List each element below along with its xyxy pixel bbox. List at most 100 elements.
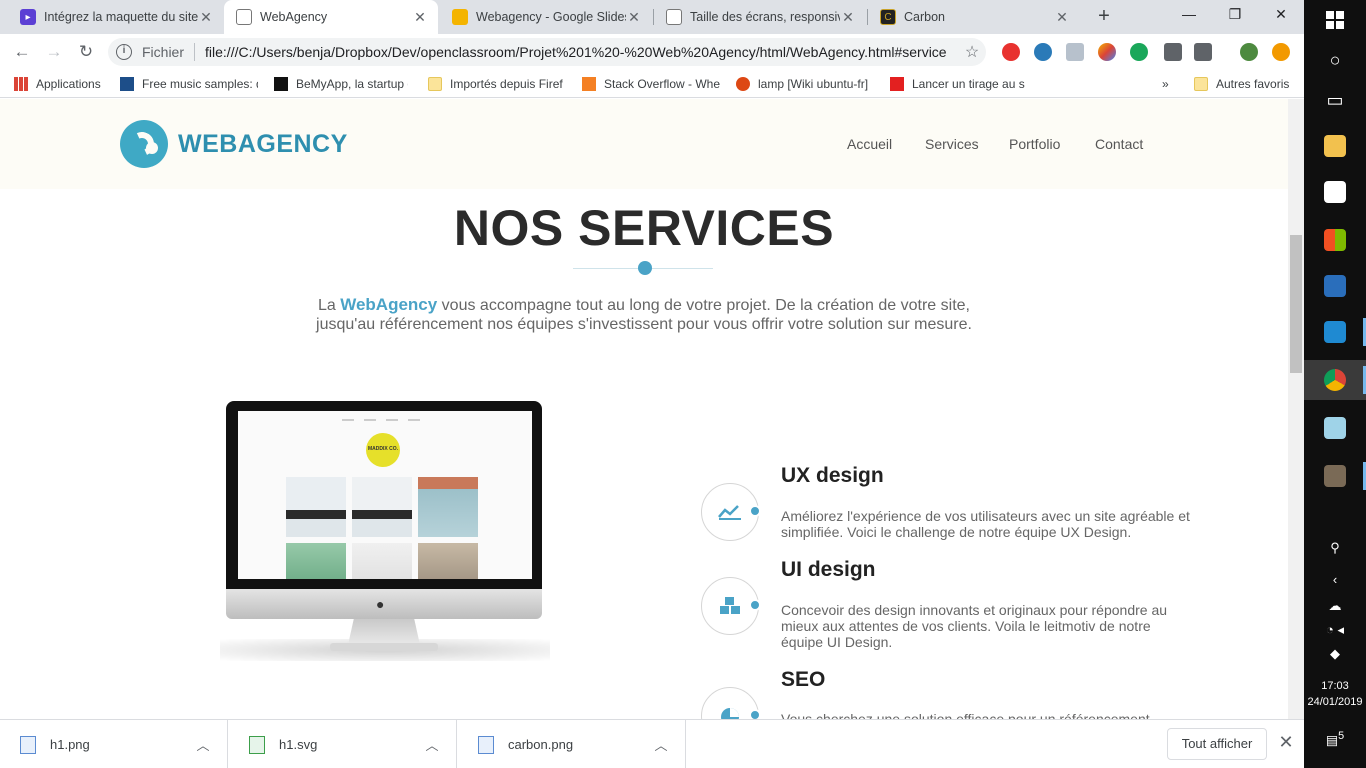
clock-time: 17:03 — [1321, 680, 1349, 692]
chevron-up-icon[interactable]: ︿ — [649, 735, 673, 754]
folder-icon — [428, 77, 442, 91]
service-dot — [749, 505, 761, 517]
wifi-volume-icon[interactable]: ◔ ◂ — [1304, 622, 1366, 638]
info-icon[interactable]: i — [116, 44, 132, 60]
tab-strip: ▸ Intégrez la maquette du site ✕ WebAgen… — [0, 0, 1304, 34]
chevron-up-icon[interactable]: ︿ — [420, 735, 444, 754]
cubes-icon — [717, 596, 743, 616]
vscode-app[interactable] — [1304, 312, 1366, 352]
bookmark-folder-firefox[interactable]: Importés depuis Firef — [428, 75, 566, 93]
page-scrollbar[interactable] — [1288, 99, 1304, 719]
mockup-photo — [418, 543, 478, 579]
vscode-icon — [1324, 321, 1346, 343]
mail-app[interactable] — [1304, 172, 1366, 212]
bookmark-stackoverflow[interactable]: Stack Overflow - Whe — [582, 75, 720, 93]
mockup-photo — [418, 477, 478, 537]
nav-contact[interactable]: Contact — [1095, 136, 1143, 152]
openclassrooms-icon: ▸ — [20, 9, 36, 25]
people-icon[interactable]: ⚲ — [1304, 540, 1366, 556]
close-tab-icon[interactable]: ✕ — [626, 9, 642, 26]
opera-vpn-icon[interactable] — [1002, 43, 1020, 61]
chevron-left-icon[interactable]: ‹ — [1304, 572, 1366, 587]
close-tab-icon[interactable]: ✕ — [1054, 9, 1070, 26]
page-icon — [666, 9, 682, 25]
store-app[interactable] — [1304, 220, 1366, 260]
onedrive-icon[interactable]: ☁ — [1304, 598, 1366, 614]
notification-center-button[interactable]: ▤5 — [1304, 730, 1366, 748]
show-all-downloads-button[interactable]: Tout afficher — [1167, 728, 1267, 760]
leaf-extension-icon[interactable] — [1130, 43, 1148, 61]
site-header: WEBAGENCY Accueil Services Portfolio Con… — [0, 99, 1288, 189]
notes-app[interactable] — [1304, 408, 1366, 448]
profile-avatar[interactable] — [1240, 43, 1258, 61]
logo-icon[interactable] — [120, 120, 168, 168]
svg-file-icon — [249, 735, 265, 754]
chrome-app[interactable] — [1304, 360, 1366, 400]
globe-extension-icon[interactable] — [1034, 43, 1052, 61]
page-icon — [236, 9, 252, 25]
dropbox-tray-icon[interactable]: ◆ — [1304, 646, 1366, 662]
tab-taille-ecrans[interactable]: Taille des écrans, responsive ✕ — [654, 0, 866, 34]
notification-count: 5 — [1338, 730, 1345, 742]
download-item[interactable]: carbon.png ︿ — [458, 720, 686, 768]
medium-icon — [274, 77, 288, 91]
system-clock[interactable]: 17:03 24/01/2019 — [1304, 678, 1366, 710]
address-bar[interactable]: i Fichier file:///C:/Users/benja/Dropbox… — [108, 38, 986, 66]
store-icon — [1324, 229, 1346, 251]
network-icon — [1324, 275, 1346, 297]
tab-carbon[interactable]: C Carbon ✕ — [868, 0, 1080, 34]
nav-services[interactable]: Services — [925, 136, 979, 152]
bookmark-star-icon[interactable]: ☆ — [958, 42, 986, 62]
bookmark-lamp[interactable]: lamp [Wiki ubuntu-fr] — [736, 75, 874, 93]
start-button[interactable] — [1304, 0, 1366, 40]
tab-integrez[interactable]: ▸ Intégrez la maquette du site ✕ — [8, 0, 224, 34]
gimp-icon — [1324, 465, 1346, 487]
url-text[interactable]: file:///C:/Users/benja/Dropbox/Dev/openc… — [205, 44, 958, 60]
bookmark-other-favorites[interactable]: Autres favoris — [1194, 75, 1294, 93]
reload-button[interactable]: ↻ — [72, 38, 100, 66]
scrollbar-thumb[interactable] — [1290, 235, 1302, 373]
file-explorer-app[interactable] — [1304, 126, 1366, 166]
nav-accueil[interactable]: Accueil — [847, 136, 892, 152]
close-tab-icon[interactable]: ✕ — [198, 9, 214, 26]
nav-portfolio[interactable]: Portfolio — [1009, 136, 1060, 152]
dropbox-extension-icon[interactable] — [1066, 43, 1084, 61]
bookmark-free-music[interactable]: Free music samples: d — [120, 75, 258, 93]
download-item[interactable]: h1.svg ︿ — [229, 720, 457, 768]
cortana-button[interactable]: ○ — [1304, 40, 1366, 80]
bookmark-bemyapp[interactable]: BeMyApp, la startup d — [274, 75, 408, 93]
close-window-button[interactable]: ✕ — [1258, 0, 1304, 30]
minimize-button[interactable]: — — [1166, 0, 1212, 30]
intro-brand: WebAgency — [340, 295, 438, 314]
forward-button[interactable]: → — [40, 38, 68, 66]
stackoverflow-icon — [582, 77, 596, 91]
tab-webagency[interactable]: WebAgency ✕ — [224, 0, 438, 34]
bookmark-applications[interactable]: Applications — [14, 75, 110, 93]
windows-logo-icon — [1326, 11, 1344, 29]
mail-icon — [1324, 181, 1346, 203]
gimp-app[interactable] — [1304, 456, 1366, 496]
tab-google-slides[interactable]: Webagency - Google Slides ✕ — [440, 0, 652, 34]
close-tab-icon[interactable]: ✕ — [840, 9, 856, 26]
logo-text[interactable]: WEBAGENCY — [178, 130, 348, 159]
bookmarks-overflow-button[interactable]: » — [1162, 75, 1176, 93]
task-view-button[interactable]: ▭ — [1304, 80, 1366, 120]
bookmark-tirage[interactable]: Lancer un tirage au s — [890, 75, 1028, 93]
download-item[interactable]: h1.png ︿ — [0, 720, 228, 768]
colorpicker-extension-icon[interactable] — [1098, 43, 1116, 61]
service-title-ux: UX design — [781, 464, 884, 487]
maximize-button[interactable]: ❐ — [1212, 0, 1258, 30]
network-app[interactable] — [1304, 266, 1366, 306]
service-dot — [749, 709, 761, 719]
chevron-up-icon[interactable]: ︿ — [191, 735, 215, 754]
gift-icon — [890, 77, 904, 91]
update-alert-icon[interactable] — [1272, 43, 1290, 61]
eyedropper-extension-icon[interactable] — [1164, 43, 1182, 61]
close-tab-icon[interactable]: ✕ — [412, 9, 428, 26]
close-shelf-icon[interactable]: ✕ — [1276, 732, 1296, 756]
new-tab-button[interactable]: + — [1092, 5, 1116, 29]
back-button[interactable]: ← — [8, 38, 36, 66]
mockup-photo — [286, 477, 346, 537]
cast-extension-icon[interactable] — [1194, 43, 1212, 61]
mr-icon — [120, 77, 134, 91]
